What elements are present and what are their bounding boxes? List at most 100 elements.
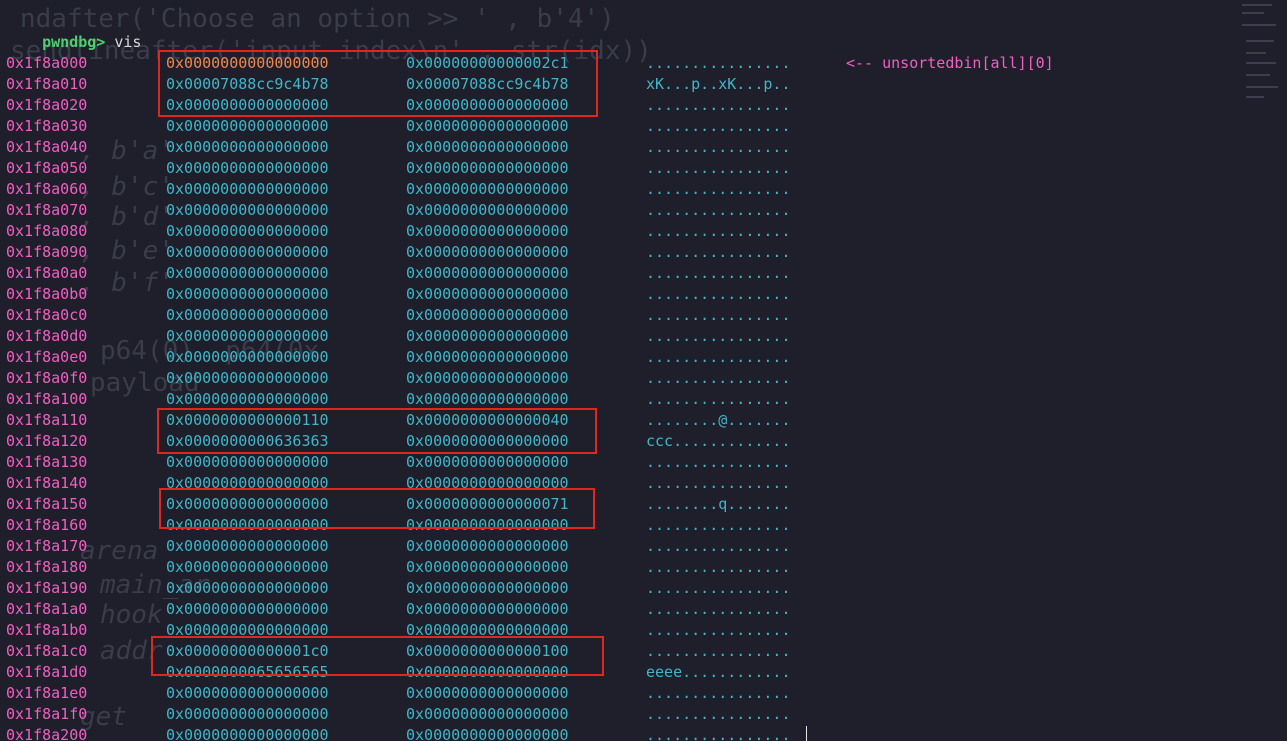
table-row: 0x1f8a040 0x0000000000000000 0x000000000… [0, 137, 791, 158]
prompt-label: pwndbg> [42, 33, 106, 51]
qword-1: 0x00007088cc9c4b78 [166, 75, 329, 93]
table-row: 0x1f8a190 0x0000000000000000 0x000000000… [0, 578, 791, 599]
qword-2: 0x0000000000000000 [406, 537, 569, 555]
address: 0x1f8a200 [6, 726, 88, 741]
ascii-dump: ........@....... [646, 411, 791, 429]
ascii-dump: ................ [646, 96, 791, 114]
qword-2: 0x0000000000000000 [406, 558, 569, 576]
table-row: 0x1f8a080 0x0000000000000000 0x000000000… [0, 221, 791, 242]
qword-2: 0x0000000000000000 [406, 348, 569, 366]
minimap [1240, 0, 1280, 110]
address: 0x1f8a1c0 [6, 642, 88, 660]
table-row: 0x1f8a1d0 0x0000000065656565 0x000000000… [0, 662, 791, 683]
terminal-window[interactable]: ndafter('Choose an option >> ' , b'4') s… [0, 0, 1287, 741]
table-row: 0x1f8a1f0 0x0000000000000000 0x000000000… [0, 704, 791, 725]
ghost-line: addr [100, 636, 163, 666]
qword-2: 0x0000000000000000 [406, 222, 569, 240]
qword-1: 0x0000000000000000 [166, 516, 329, 534]
ascii-dump: ........q....... [646, 495, 791, 513]
qword-1: 0x0000000000000000 [166, 348, 329, 366]
table-row: 0x1f8a100 0x0000000000000000 0x000000000… [0, 389, 791, 410]
qword-1: 0x0000000000000000 [166, 96, 329, 114]
address: 0x1f8a1e0 [6, 684, 88, 702]
address: 0x1f8a110 [6, 411, 88, 429]
qword-2: 0x0000000000000000 [406, 621, 569, 639]
ascii-dump: ................ [646, 537, 791, 555]
table-row: 0x1f8a1a0 0x0000000000000000 0x000000000… [0, 599, 791, 620]
qword-2: 0x0000000000000000 [406, 180, 569, 198]
ascii-dump: ccc............. [646, 432, 791, 450]
address: 0x1f8a140 [6, 474, 88, 492]
ascii-dump: ................ [646, 117, 791, 135]
qword-1: 0x0000000000000000 [166, 222, 329, 240]
qword-1: 0x0000000000000110 [166, 411, 329, 429]
table-row: 0x1f8a110 0x0000000000000110 0x000000000… [0, 410, 791, 431]
ascii-dump: ................ [646, 684, 791, 702]
address: 0x1f8a060 [6, 180, 88, 198]
qword-1: 0x0000000000000000 [166, 495, 329, 513]
qword-2: 0x0000000000000000 [406, 138, 569, 156]
table-row: 0x1f8a130 0x0000000000000000 0x000000000… [0, 452, 791, 473]
command-text: vis [105, 33, 142, 51]
qword-2: 0x0000000000000000 [406, 516, 569, 534]
address: 0x1f8a010 [6, 75, 88, 93]
qword-2: 0x0000000000000000 [406, 327, 569, 345]
table-row: 0x1f8a030 0x0000000000000000 0x000000000… [0, 116, 791, 137]
qword-1: 0x0000000000000000 [166, 705, 329, 723]
qword-1: 0x0000000000000000 [166, 453, 329, 471]
qword-2: 0x0000000000000000 [406, 705, 569, 723]
table-row: 0x1f8a000 0x0000000000000000 0x000000000… [0, 53, 1054, 74]
qword-1: 0x0000000000000000 [166, 180, 329, 198]
table-row: 0x1f8a0b0 0x0000000000000000 0x000000000… [0, 284, 791, 305]
qword-2: 0x0000000000000000 [406, 96, 569, 114]
table-row: 0x1f8a180 0x0000000000000000 0x000000000… [0, 557, 791, 578]
bin-annotation: <-- unsortedbin[all][0] [846, 54, 1054, 72]
table-row: 0x1f8a200 0x0000000000000000 0x000000000… [0, 725, 791, 741]
qword-1: 0x0000000000000000 [166, 621, 329, 639]
qword-2: 0x0000000000000000 [406, 474, 569, 492]
qword-1: 0x0000000000000000 [166, 327, 329, 345]
ascii-dump: ................ [646, 306, 791, 324]
qword-2: 0x0000000000000000 [406, 201, 569, 219]
table-row: 0x1f8a1e0 0x0000000000000000 0x000000000… [0, 683, 791, 704]
ascii-dump: ................ [646, 222, 791, 240]
ascii-dump: ................ [646, 726, 791, 741]
qword-1: 0x0000000000000000 [166, 117, 329, 135]
table-row: 0x1f8a150 0x0000000000000000 0x000000000… [0, 494, 791, 515]
address: 0x1f8a040 [6, 138, 88, 156]
qword-1: 0x0000000000000000 [166, 579, 329, 597]
address: 0x1f8a0a0 [6, 264, 88, 282]
ghost-line: , b'f' [80, 268, 174, 298]
table-row: 0x1f8a050 0x0000000000000000 0x000000000… [0, 158, 791, 179]
address: 0x1f8a0b0 [6, 285, 88, 303]
qword-2: 0x0000000000000000 [406, 159, 569, 177]
address: 0x1f8a000 [6, 54, 88, 72]
qword-1: 0x0000000000000000 [166, 390, 329, 408]
qword-2: 0x0000000000000000 [406, 453, 569, 471]
ascii-dump: ................ [646, 705, 791, 723]
ghost-line: , b'a' [80, 136, 174, 166]
qword-2: 0x0000000000000000 [406, 369, 569, 387]
address: 0x1f8a090 [6, 243, 88, 261]
qword-1: 0x0000000000000000 [166, 558, 329, 576]
qword-1: 0x0000000000000000 [166, 726, 329, 741]
address: 0x1f8a1f0 [6, 705, 88, 723]
ascii-dump: ................ [646, 642, 791, 660]
ascii-dump: ................ [646, 54, 791, 72]
qword-1: 0x0000000000000000 [166, 159, 329, 177]
address: 0x1f8a050 [6, 159, 88, 177]
qword-1: 0x0000000000000000 [166, 264, 329, 282]
table-row: 0x1f8a0e0 0x0000000000000000 0x000000000… [0, 347, 791, 368]
ascii-dump: ................ [646, 180, 791, 198]
table-row: 0x1f8a0d0 0x0000000000000000 0x000000000… [0, 326, 791, 347]
table-row: 0x1f8a010 0x00007088cc9c4b78 0x00007088c… [0, 74, 791, 95]
table-row: 0x1f8a0a0 0x0000000000000000 0x000000000… [0, 263, 791, 284]
qword-2: 0x0000000000000000 [406, 432, 569, 450]
address: 0x1f8a0e0 [6, 348, 88, 366]
qword-2: 0x0000000000000100 [406, 642, 569, 660]
address: 0x1f8a0d0 [6, 327, 88, 345]
ascii-dump: xK...p..xK...p.. [646, 75, 791, 93]
ascii-dump: ................ [646, 201, 791, 219]
heap-dump: 0x1f8a000 0x0000000000000000 0x000000000… [0, 53, 1054, 741]
table-row: 0x1f8a140 0x0000000000000000 0x000000000… [0, 473, 791, 494]
